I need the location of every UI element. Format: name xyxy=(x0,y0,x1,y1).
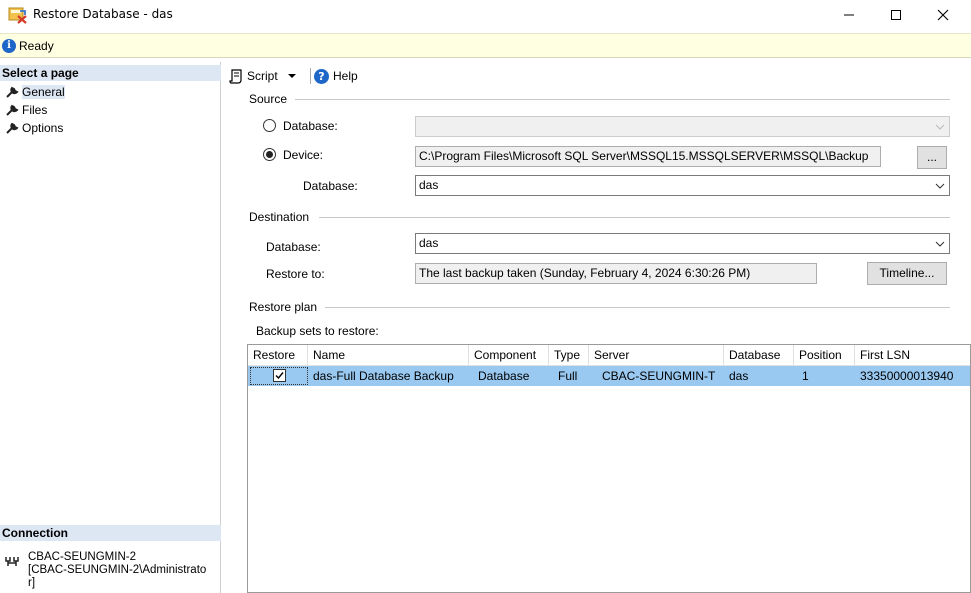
cell-first-lsn: 33350000013940 xyxy=(860,369,954,383)
chevron-down-icon xyxy=(935,117,945,136)
restore-plan-group-label: Restore plan xyxy=(249,300,324,314)
connection-icon xyxy=(5,557,19,566)
chevron-down-icon xyxy=(935,234,945,253)
page-item-options[interactable]: Options xyxy=(6,120,63,136)
help-icon: ? xyxy=(314,68,329,84)
chevron-down-icon xyxy=(935,176,945,195)
timeline-button[interactable]: Timeline... xyxy=(867,262,947,285)
device-radio[interactable] xyxy=(263,148,276,161)
backup-sets-label: Backup sets to restore: xyxy=(256,324,379,338)
connection-server: CBAC-SEUNGMIN-2 xyxy=(28,551,136,563)
column-header-name[interactable]: Name xyxy=(308,345,469,366)
cell-position: 1 xyxy=(802,369,809,383)
wrench-icon xyxy=(6,86,19,98)
page-item-general[interactable]: General xyxy=(6,84,65,100)
chevron-down-icon xyxy=(287,74,296,78)
cell-type: Full xyxy=(558,369,578,383)
wrench-icon xyxy=(6,104,19,116)
script-icon xyxy=(229,68,242,84)
database-radio-label: Database: xyxy=(283,119,338,133)
source-group-label: Source xyxy=(249,92,294,106)
maximize-button[interactable] xyxy=(873,0,919,30)
left-pane: Select a page General Files Options Conn… xyxy=(0,62,221,593)
restore-database-icon xyxy=(8,7,27,24)
cell-name: das-Full Database Backup xyxy=(313,369,454,383)
device-radio-label: Device: xyxy=(283,148,324,162)
table-row[interactable]: das-Full Database Backup Database Full C… xyxy=(248,366,970,386)
connection-user-wrap: r] xyxy=(28,577,36,589)
connection-header: Connection xyxy=(0,525,221,541)
title-bar: Restore Database - das xyxy=(0,0,971,30)
destination-group-label: Destination xyxy=(249,210,316,224)
help-label: Help xyxy=(333,69,358,83)
column-header-first-lsn[interactable]: First LSN xyxy=(855,345,970,366)
maximize-icon xyxy=(891,10,901,20)
cell-server: CBAC-SEUNGMIN-T xyxy=(602,369,716,383)
column-header-restore[interactable]: Restore xyxy=(248,345,308,366)
status-bar: i Ready xyxy=(0,33,971,58)
backup-sets-grid[interactable]: Restore Name Component Type Server Datab… xyxy=(247,344,971,593)
connection-user: [CBAC-SEUNGMIN-2\Administrato xyxy=(28,564,207,576)
close-button[interactable] xyxy=(920,0,966,30)
status-text: Ready xyxy=(19,39,54,53)
restore-checkbox[interactable] xyxy=(273,369,286,382)
help-button[interactable]: ? Help xyxy=(314,66,358,86)
page-item-label: Files xyxy=(22,103,48,117)
minimize-icon xyxy=(844,14,854,16)
column-header-position[interactable]: Position xyxy=(794,345,855,366)
toolbar-separator xyxy=(310,68,311,84)
column-header-database[interactable]: Database xyxy=(724,345,794,366)
destination-database-label: Database: xyxy=(266,240,321,254)
column-header-server[interactable]: Server xyxy=(589,345,724,366)
checkmark-icon xyxy=(275,372,284,380)
cell-component: Database xyxy=(478,369,530,383)
select-page-header: Select a page xyxy=(0,65,221,81)
source-sub-database-label: Database: xyxy=(303,179,358,193)
wrench-icon xyxy=(6,122,19,134)
page-item-label: Options xyxy=(22,121,64,135)
restore-to-field[interactable]: The last backup taken (Sunday, February … xyxy=(415,263,817,284)
general-page: Script ? Help Source Database: Device: C… xyxy=(229,62,971,593)
minimize-button[interactable] xyxy=(826,0,872,30)
restore-to-label: Restore to: xyxy=(266,267,325,281)
destination-group-line xyxy=(319,217,950,218)
restore-plan-group-line xyxy=(325,307,950,308)
script-button[interactable]: Script xyxy=(229,66,297,86)
destination-database-combo[interactable]: das xyxy=(415,233,950,254)
source-group-line xyxy=(295,99,950,100)
column-header-type[interactable]: Type xyxy=(549,345,589,366)
device-path-field[interactable]: C:\Program Files\Microsoft SQL Server\MS… xyxy=(415,146,881,167)
window-title: Restore Database - das xyxy=(33,7,173,21)
page-item-files[interactable]: Files xyxy=(6,102,47,118)
close-icon xyxy=(937,9,949,21)
source-sub-database-combo[interactable]: das xyxy=(415,175,950,196)
cell-database: das xyxy=(729,369,749,383)
database-radio[interactable] xyxy=(263,119,276,132)
script-label: Script xyxy=(247,69,278,83)
page-item-label: General xyxy=(22,85,65,99)
info-icon: i xyxy=(2,39,16,53)
source-database-combo[interactable] xyxy=(415,116,950,137)
column-header-component[interactable]: Component xyxy=(469,345,549,366)
browse-device-button[interactable]: ... xyxy=(917,146,947,169)
